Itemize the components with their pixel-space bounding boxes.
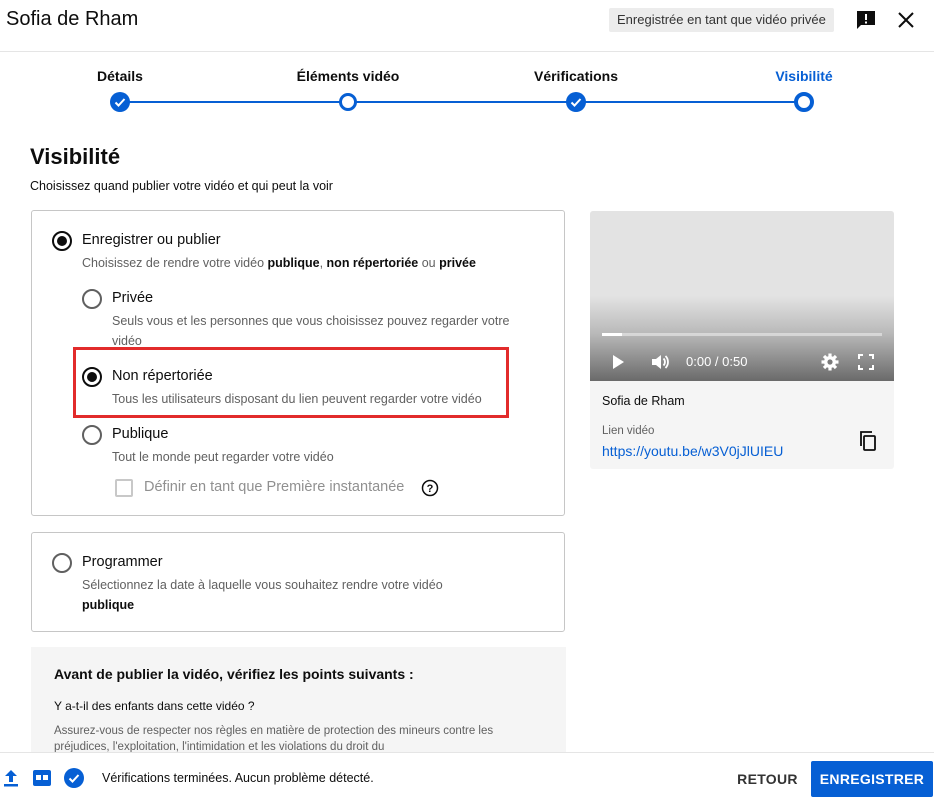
save-button[interactable]: ENREGISTRER bbox=[811, 761, 933, 797]
pre-publish-checklist: Avant de publier la vidéo, vérifiez les … bbox=[31, 647, 566, 753]
video-link[interactable]: https://youtu.be/w3V0jJlUIEU bbox=[602, 443, 783, 459]
step-visibility-node[interactable] bbox=[794, 92, 814, 112]
fullscreen-icon bbox=[858, 354, 874, 370]
gear-icon bbox=[821, 353, 839, 371]
stepper-line bbox=[120, 101, 804, 103]
desc-public: publique bbox=[82, 598, 135, 612]
step-checks-node[interactable] bbox=[566, 92, 586, 112]
step-checks-label[interactable]: Vérifications bbox=[534, 68, 618, 84]
premiere-label: Définir en tant que Première instantanée bbox=[144, 479, 405, 495]
desc-public: publique bbox=[267, 256, 320, 270]
settings-button[interactable] bbox=[820, 352, 840, 372]
step-video-elements-node[interactable] bbox=[339, 93, 357, 111]
preview-video-title: Sofia de Rham bbox=[602, 394, 685, 408]
save-status-badge: Enregistrée en tant que vidéo privée bbox=[609, 8, 834, 32]
desc-text: ou bbox=[418, 256, 440, 270]
svg-text:?: ? bbox=[427, 483, 434, 495]
dialog-header: Sofia de Rham Enregistrée en tant que vi… bbox=[0, 0, 934, 52]
video-player[interactable]: 0:00 / 0:50 bbox=[590, 211, 894, 381]
copy-link-button[interactable] bbox=[856, 429, 880, 453]
video-progress-fill bbox=[602, 333, 622, 336]
desc-unlisted: non répertoriée bbox=[326, 256, 419, 270]
public-desc: Tout le monde peut regarder votre vidéo bbox=[112, 450, 334, 464]
play-icon bbox=[613, 355, 624, 369]
video-time: 0:00 / 0:50 bbox=[686, 354, 748, 369]
dialog-title: Sofia de Rham bbox=[6, 8, 139, 30]
step-details-node[interactable] bbox=[110, 92, 130, 112]
page-subtitle: Choisissez quand publier votre vidéo et … bbox=[30, 179, 333, 193]
volume-button[interactable] bbox=[650, 352, 670, 372]
checklist-title: Avant de publier la vidéo, vérifiez les … bbox=[54, 666, 414, 682]
save-or-publish-radio[interactable] bbox=[52, 231, 72, 251]
schedule-radio[interactable] bbox=[52, 553, 72, 573]
feedback-button[interactable] bbox=[854, 8, 878, 32]
save-or-publish-desc: Choisissez de rendre votre vidéo publiqu… bbox=[82, 253, 476, 273]
step-video-elements-label[interactable]: Éléments vidéo bbox=[297, 68, 400, 84]
checklist-question: Y a-t-il des enfants dans cette vidéo ? bbox=[54, 699, 255, 713]
private-radio[interactable] bbox=[82, 289, 102, 309]
video-link-label: Lien vidéo bbox=[602, 425, 655, 437]
close-button[interactable] bbox=[894, 8, 918, 32]
checklist-text: Assurez-vous de respecter nos règles en … bbox=[54, 725, 494, 753]
copy-icon bbox=[860, 431, 876, 451]
private-title[interactable]: Privée bbox=[112, 290, 153, 306]
schedule-title[interactable]: Programmer bbox=[82, 554, 163, 570]
video-preview-card: 0:00 / 0:50 Sofia de Rham Lien vidéo htt… bbox=[590, 211, 894, 469]
check-icon bbox=[570, 98, 582, 107]
volume-icon bbox=[652, 355, 669, 369]
step-details-label[interactable]: Détails bbox=[97, 68, 143, 84]
video-progress-bar[interactable] bbox=[602, 333, 882, 336]
schedule-desc-bold: publique bbox=[82, 595, 134, 615]
public-title[interactable]: Publique bbox=[112, 426, 168, 442]
private-desc: Seuls vous et les personnes que vous cho… bbox=[112, 314, 510, 348]
upload-stepper: Détails Éléments vidéo Vérifications Vis… bbox=[0, 52, 934, 122]
public-radio[interactable] bbox=[82, 425, 102, 445]
premiere-checkbox[interactable] bbox=[115, 479, 133, 497]
save-or-publish-title: Enregistrer ou publier bbox=[82, 232, 221, 248]
play-button[interactable] bbox=[608, 352, 628, 372]
desc-text: Choisissez de rendre votre vidéo bbox=[82, 256, 268, 270]
hd-status-button[interactable] bbox=[31, 767, 53, 789]
close-icon bbox=[898, 12, 914, 28]
hd-icon bbox=[33, 770, 51, 786]
desc-private: privée bbox=[439, 256, 476, 270]
help-button[interactable]: ? bbox=[421, 479, 439, 497]
upload-icon bbox=[4, 770, 18, 787]
checks-status-button[interactable] bbox=[63, 767, 85, 789]
schedule-card: Programmer Sélectionnez la date à laquel… bbox=[31, 532, 565, 632]
schedule-desc: Sélectionnez la date à laquelle vous sou… bbox=[82, 578, 443, 592]
check-circle-icon bbox=[64, 768, 84, 788]
dialog-footer: Vérifications terminées. Aucun problème … bbox=[0, 752, 934, 804]
desc-text: , bbox=[319, 256, 327, 270]
help-icon: ? bbox=[421, 479, 439, 497]
feedback-icon bbox=[857, 11, 875, 29]
unlisted-highlight-box bbox=[73, 347, 509, 418]
back-button[interactable]: RETOUR bbox=[730, 761, 805, 797]
upload-status-button[interactable] bbox=[0, 767, 22, 789]
step-visibility-label[interactable]: Visibilité bbox=[775, 68, 832, 84]
check-icon bbox=[114, 98, 126, 107]
fullscreen-button[interactable] bbox=[856, 352, 876, 372]
page-title: Visibilité bbox=[30, 144, 121, 169]
footer-status-text: Vérifications terminées. Aucun problème … bbox=[102, 771, 374, 785]
